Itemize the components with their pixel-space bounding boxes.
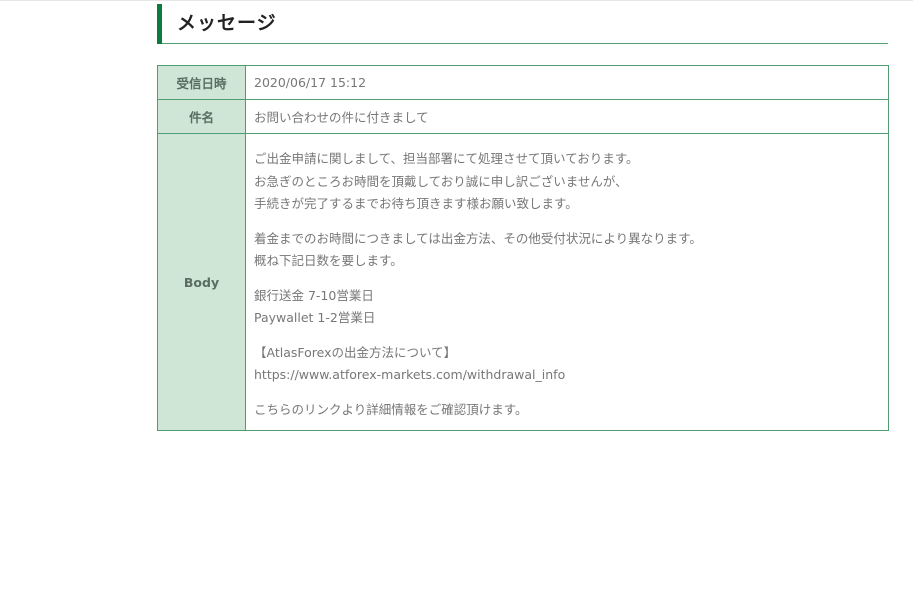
body-line: 着金までのお時間につきましては出金方法、その他受付状況により異なります。 — [254, 230, 702, 246]
body-paragraph: こちらのリンクより詳細情報をご確認頂けます。 — [254, 399, 880, 422]
body-paragraph: 【AtlasForexの出金方法について】 https://www.atfore… — [254, 342, 880, 387]
body-line: Paywallet 1-2営業日 — [254, 310, 376, 325]
table-row-date: 受信日時 2020/06/17 15:12 — [157, 65, 889, 100]
date-label: 受信日時 — [157, 65, 246, 100]
page-heading: メッセージ — [157, 4, 888, 44]
body-line: 概ね下記日数を要します。 — [254, 253, 403, 268]
body-paragraph: 銀行送金 7-10営業日 Paywallet 1-2営業日 — [254, 285, 880, 330]
subject-label: 件名 — [157, 99, 246, 134]
body-line: 銀行送金 7-10営業日 — [254, 287, 374, 303]
body-line: 【AtlasForexの出金方法について】 — [254, 344, 457, 360]
body-line: お急ぎのところお時間を頂戴しており誠に申し訳ございませんが、 — [254, 173, 628, 189]
subject-value: お問い合わせの件に付きまして — [245, 99, 889, 134]
body-paragraph: ご出金申請に関しまして、担当部署にて処理させて頂いております。 お急ぎのところお… — [254, 148, 880, 216]
table-row-body: Body ご出金申請に関しまして、担当部署にて処理させて頂いております。 お急ぎ… — [157, 133, 889, 431]
message-table: 受信日時 2020/06/17 15:12 件名 お問い合わせの件に付きまして … — [157, 65, 889, 431]
body-content: ご出金申請に関しまして、担当部署にて処理させて頂いております。 お急ぎのところお… — [245, 133, 889, 431]
body-paragraph: 着金までのお時間につきましては出金方法、その他受付状況により異なります。 概ね下… — [254, 228, 880, 273]
message-page: メッセージ 受信日時 2020/06/17 15:12 件名 お問い合わせの件に… — [0, 0, 913, 600]
table-row-subject: 件名 お問い合わせの件に付きまして — [157, 99, 889, 134]
body-line: ご出金申請に関しまして、担当部署にて処理させて頂いております。 — [254, 151, 639, 166]
date-value: 2020/06/17 15:12 — [245, 65, 889, 100]
withdrawal-info-url: https://www.atforex-markets.com/withdraw… — [254, 367, 566, 382]
page-title: メッセージ — [177, 12, 277, 34]
body-label: Body — [157, 133, 246, 431]
heading-accent-bar — [157, 4, 162, 44]
body-line: こちらのリンクより詳細情報をご確認頂けます。 — [254, 401, 528, 417]
body-line: 手続きが完了するまでお待ち頂きます様お願い致します。 — [254, 196, 578, 211]
